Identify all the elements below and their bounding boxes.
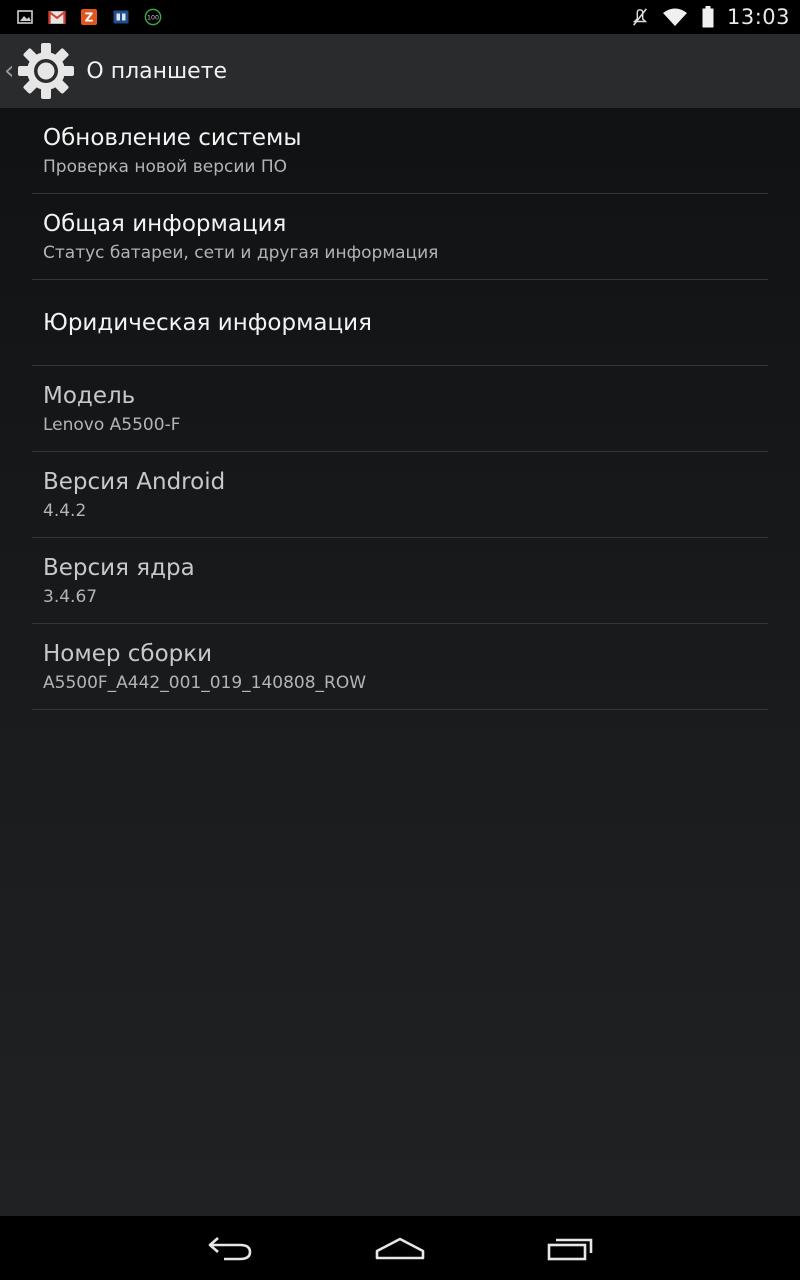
battery-100-icon: 100: [144, 8, 162, 26]
pref-summary: Проверка новой версии ПО: [43, 156, 288, 177]
gear-icon: [16, 41, 76, 101]
pref-summary: A5500F_A442_001_019_140808_ROW: [43, 672, 367, 693]
preference-list: Обновление системы Проверка новой версии…: [32, 108, 768, 710]
system-status: 13:03: [631, 5, 800, 29]
pref-summary: 3.4.67: [43, 586, 98, 607]
pref-legal-info[interactable]: Юридическая информация: [32, 280, 768, 366]
pref-general-info[interactable]: Общая информация Статус батареи, сети и …: [32, 194, 768, 280]
pref-summary: Lenovo A5500-F: [43, 414, 181, 435]
home-button[interactable]: [315, 1216, 485, 1280]
home-icon: [374, 1234, 426, 1262]
pref-summary: Статус батареи, сети и другая информация: [43, 242, 439, 263]
back-icon: [206, 1234, 254, 1262]
pref-android-version: Версия Android 4.4.2: [32, 452, 768, 538]
up-navigation-button[interactable]: ‹: [0, 34, 76, 108]
mute-icon: [631, 8, 649, 26]
pref-title: Общая информация: [43, 210, 287, 237]
back-button[interactable]: [145, 1216, 315, 1280]
pref-title: Модель: [43, 382, 136, 409]
back-caret-icon: ‹: [4, 56, 15, 86]
svg-text:Z: Z: [85, 11, 94, 25]
recents-icon: [546, 1234, 594, 1262]
pref-title: Версия ядра: [43, 554, 195, 581]
pref-kernel-version: Версия ядра 3.4.67: [32, 538, 768, 624]
pref-model: Модель Lenovo A5500-F: [32, 366, 768, 452]
pref-summary: 4.4.2: [43, 500, 87, 521]
pref-system-update[interactable]: Обновление системы Проверка новой версии…: [32, 108, 768, 194]
app-icon: [112, 8, 130, 26]
gallery-icon: [16, 8, 34, 26]
wifi-icon: [661, 8, 689, 26]
battery-badge-text: 100: [147, 15, 159, 22]
recents-button[interactable]: [485, 1216, 655, 1280]
pref-title: Номер сборки: [43, 640, 213, 667]
pref-title: Версия Android: [43, 468, 226, 495]
navigation-bar: [0, 1216, 800, 1280]
notification-area[interactable]: Z 100: [0, 8, 162, 26]
page-title: О планшете: [86, 58, 228, 84]
action-bar: ‹ О планшете: [0, 34, 800, 108]
pref-title: Юридическая информация: [43, 309, 372, 336]
status-clock: 13:03: [726, 5, 790, 29]
pref-build-number[interactable]: Номер сборки A5500F_A442_001_019_140808_…: [32, 624, 768, 710]
pref-title: Обновление системы: [43, 124, 302, 151]
zinio-icon: Z: [80, 8, 98, 26]
status-bar: Z 100 13:03: [0, 0, 800, 34]
battery-icon: [701, 6, 715, 28]
gmail-icon: [48, 8, 66, 26]
settings-screen: Z 100 13:03 ‹ О планшете Обновление сист…: [0, 0, 800, 1280]
